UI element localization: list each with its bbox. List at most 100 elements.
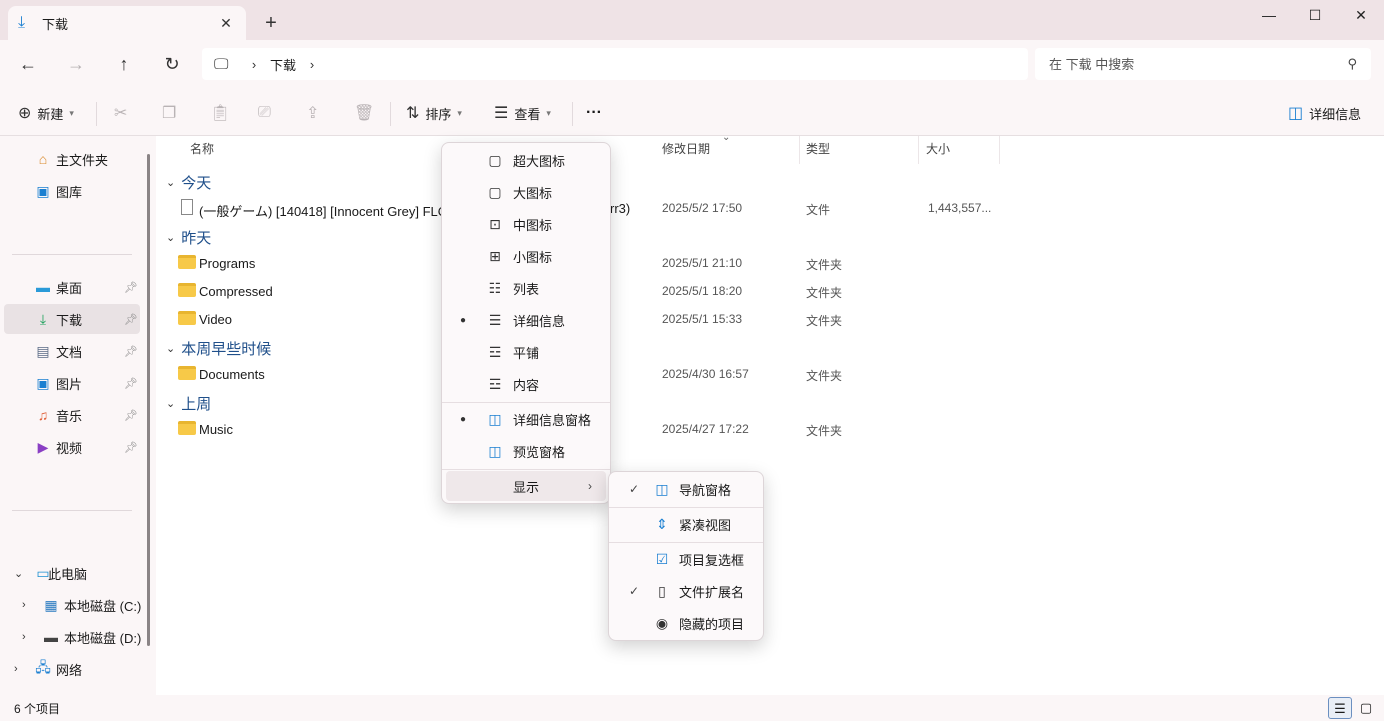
back-button[interactable]: ← (11, 50, 45, 78)
pin-icon[interactable]: 📌︎ (124, 281, 138, 294)
menu-item-content[interactable]: ☲ 内容 (446, 369, 606, 399)
chevron-right-icon[interactable]: › (14, 663, 18, 675)
more-options-button[interactable]: ··· (586, 100, 602, 126)
drive-icon: ▦ (44, 596, 58, 613)
file-type: 文件夹 (806, 314, 843, 328)
close-window-button[interactable]: ✕ (1338, 0, 1384, 32)
chevron-down-icon[interactable]: ⌄ (14, 567, 23, 580)
chevron-right-icon[interactable]: › (300, 57, 324, 72)
status-bar: 6 个项目 ☰ ▢ (0, 695, 1384, 721)
menu-item-details[interactable]: ● ☰ 详细信息 (446, 305, 606, 335)
share-button[interactable]: ⇪ (306, 100, 325, 126)
new-button[interactable]: ⊕ 新建 ▾ (18, 100, 74, 126)
pin-icon[interactable]: 📌︎ (124, 345, 138, 358)
sidebar-item-drive-c[interactable]: › ▦ 本地磁盘 (C:) (12, 590, 144, 620)
group-header-yesterday[interactable]: ⌄ 昨天 (166, 225, 211, 249)
cut-button[interactable]: ✂ (114, 100, 133, 126)
close-tab-icon[interactable]: ✕ (216, 15, 236, 32)
sidebar-label: 网络 (56, 662, 83, 678)
file-type: 文件夹 (806, 369, 843, 383)
new-tab-button[interactable]: + (258, 10, 284, 36)
view-label: 查看 (514, 106, 541, 122)
sidebar-item-gallery[interactable]: ▣ 图库 (4, 176, 140, 206)
menu-item-xl-icons[interactable]: ▢ 超大图标 (446, 145, 606, 175)
minimize-button[interactable]: — (1246, 0, 1292, 32)
menu-item-extensions[interactable]: ✓ ▯ 文件扩展名 (613, 576, 759, 606)
menu-item-compact-view[interactable]: ⇕ 紧凑视图 (613, 509, 759, 539)
selected-bullet-icon: ● (460, 413, 467, 425)
search-icon[interactable]: ⚲ (1347, 56, 1357, 72)
group-header-last-week[interactable]: ⌄ 上周 (166, 391, 211, 415)
eye-icon: ◉ (655, 614, 669, 631)
menu-label: 隐藏的项目 (679, 616, 745, 632)
menu-label: 紧凑视图 (679, 517, 732, 533)
pin-icon[interactable]: 📌︎ (124, 441, 138, 454)
pin-icon[interactable]: 📌︎ (124, 409, 138, 422)
rename-button[interactable]: ⎚ (258, 100, 277, 126)
menu-item-nav-pane[interactable]: ✓ ◫ 导航窗格 (613, 474, 759, 504)
menu-item-small-icons[interactable]: ⊞ 小图标 (446, 241, 606, 271)
sidebar-item-downloads[interactable]: ⤓ 下载 📌︎ (4, 304, 140, 334)
sidebar-item-desktop[interactable]: ▬ 桌面 📌︎ (4, 272, 140, 302)
sort-button[interactable]: ⇅ 排序 ▾ (406, 100, 462, 126)
column-divider[interactable] (999, 136, 1000, 164)
folder-icon (178, 311, 196, 325)
menu-item-large-icons[interactable]: ▢ 大图标 (446, 177, 606, 207)
checkmark-icon: ✓ (629, 584, 640, 598)
menu-item-tiles[interactable]: ☲ 平铺 (446, 337, 606, 367)
forward-button[interactable]: → (59, 50, 93, 78)
pin-icon[interactable]: 📌︎ (124, 313, 138, 326)
file-date: 2025/4/27 17:22 (662, 422, 749, 436)
divider (442, 402, 610, 403)
details-view-toggle[interactable]: ☰ (1328, 697, 1352, 719)
details-pane-button[interactable]: ◫ 详细信息 (1288, 100, 1361, 126)
menu-label: 预览窗格 (513, 444, 566, 460)
refresh-button[interactable]: ↻ (155, 50, 189, 78)
sidebar-item-videos[interactable]: ▶ 视频 📌︎ (4, 432, 140, 462)
monitor-icon: ⊡ (489, 215, 501, 232)
sidebar-label: 本地磁盘 (D:) (64, 630, 142, 646)
menu-item-list[interactable]: ☷ 列表 (446, 273, 606, 303)
group-label: 本周早些时候 (181, 340, 272, 358)
breadcrumb-downloads[interactable]: 下载 (266, 55, 300, 74)
up-button[interactable]: ↑ (107, 50, 141, 78)
column-divider[interactable] (918, 136, 919, 164)
tab-downloads[interactable]: ⤓ 下载 ✕ (8, 6, 246, 40)
search-input[interactable] (1049, 56, 1348, 72)
sidebar-item-music[interactable]: ♫ 音乐 📌︎ (4, 400, 140, 430)
menu-item-hidden-items[interactable]: ◉ 隐藏的项目 (613, 608, 759, 638)
divider (609, 507, 763, 508)
pin-icon[interactable]: 📌︎ (124, 377, 138, 390)
chevron-down-icon: ▾ (546, 107, 551, 118)
menu-item-preview-pane[interactable]: ◫ 预览窗格 (446, 436, 606, 466)
chevron-right-icon[interactable]: › (242, 57, 266, 72)
column-header-type[interactable]: 类型 (800, 136, 918, 164)
search-box[interactable]: ⚲ (1035, 48, 1371, 80)
menu-item-details-pane[interactable]: ● ◫ 详细信息窗格 (446, 404, 606, 434)
tiles-view-toggle[interactable]: ▢ (1354, 697, 1378, 719)
divider (390, 102, 391, 126)
desktop-icon: ▬ (36, 279, 50, 295)
menu-item-checkboxes[interactable]: ☑ 项目复选框 (613, 544, 759, 574)
chevron-right-icon[interactable]: › (22, 631, 26, 643)
sidebar-item-documents[interactable]: ▤ 文档 📌︎ (4, 336, 140, 366)
delete-button[interactable]: 🗑︎ (354, 100, 380, 126)
view-button[interactable]: ☰ 查看 ▾ (494, 100, 551, 126)
paste-button[interactable]: 📋︎ (210, 100, 236, 126)
maximize-button[interactable]: ☐ (1292, 0, 1338, 32)
sidebar-item-drive-d[interactable]: › ▬ 本地磁盘 (D:) (12, 622, 144, 652)
checkbox-icon: ☑ (655, 550, 669, 567)
menu-item-show[interactable]: 显示 › (446, 471, 606, 501)
menu-item-medium-icons[interactable]: ⊡ 中图标 (446, 209, 606, 239)
breadcrumb[interactable]: 🖵 › 下载 › (202, 48, 1028, 80)
sidebar-item-home[interactable]: ⌂ 主文件夹 (4, 144, 140, 174)
column-header-size[interactable]: 大小 (920, 136, 1000, 164)
sidebar-scrollbar[interactable] (147, 154, 150, 646)
chevron-right-icon[interactable]: › (22, 599, 26, 611)
sidebar-item-pictures[interactable]: ▣ 图片 📌︎ (4, 368, 140, 398)
sidebar-item-network[interactable]: › 🖧 网络 (4, 654, 140, 684)
copy-button[interactable]: ❐ (162, 100, 182, 126)
sidebar-item-thispc[interactable]: ⌄ ▭ 此电脑 (4, 558, 140, 588)
group-header-earlier-week[interactable]: ⌄ 本周早些时候 (166, 336, 271, 360)
group-header-today[interactable]: ⌄ 今天 (166, 170, 211, 194)
